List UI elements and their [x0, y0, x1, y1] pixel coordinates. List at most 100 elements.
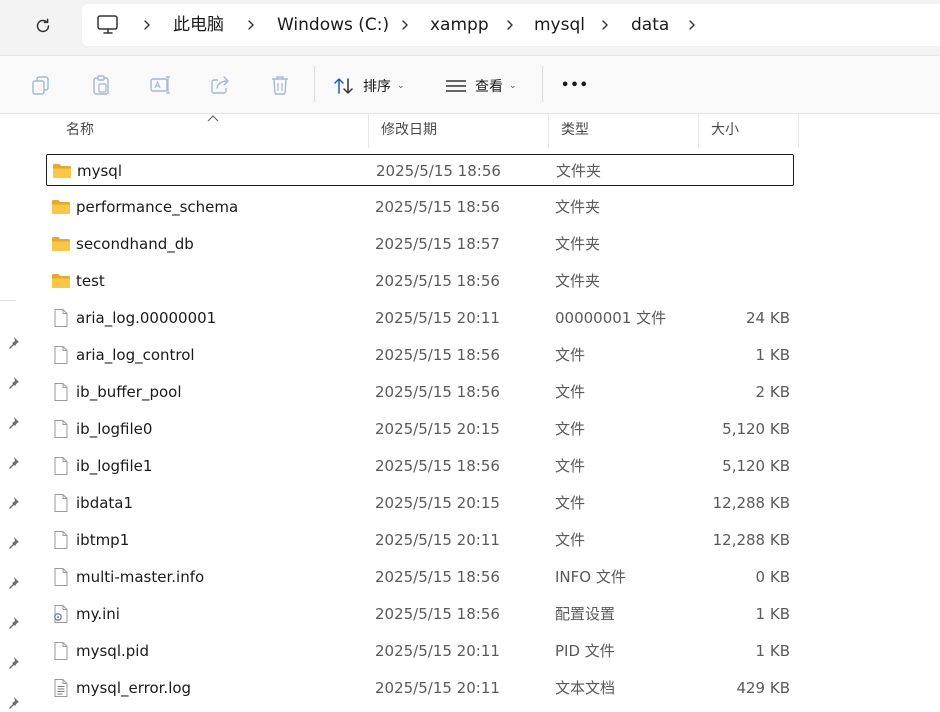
pin-icon[interactable]	[6, 536, 20, 550]
chevron-right-icon[interactable]	[685, 18, 699, 32]
rename-button[interactable]	[147, 72, 173, 98]
chevron-right-icon[interactable]	[598, 18, 612, 32]
chevron-down-icon: ⌄	[509, 81, 517, 91]
file-name: mysql_error.log	[76, 679, 192, 697]
command-bar: 排序 ⌄ 查看 ⌄ •••	[0, 56, 940, 114]
file-icon	[54, 568, 68, 586]
chevron-down-icon: ⌄	[397, 81, 405, 91]
file-row[interactable]: test 2025/5/15 18:56 文件夹	[46, 265, 794, 297]
file-modified-date: 2025/5/15 18:56	[376, 162, 501, 180]
file-size: 1 KB	[755, 346, 790, 364]
computer-icon[interactable]	[96, 14, 120, 36]
column-header-date[interactable]: 修改日期	[369, 114, 549, 148]
text-file-icon	[54, 679, 68, 697]
view-button[interactable]: 查看 ⌄	[445, 70, 517, 102]
file-row[interactable]: mysql 2025/5/15 18:56 文件夹	[46, 154, 794, 186]
file-type: 文本文档	[555, 679, 616, 697]
pin-icon[interactable]	[6, 696, 20, 710]
more-options-button[interactable]: •••	[560, 72, 590, 98]
settings-file-icon	[54, 605, 68, 623]
pin-icon[interactable]	[6, 456, 20, 470]
breadcrumb[interactable]: 此电脑 Windows (C:) xampp mysql data	[82, 4, 940, 46]
file-type: 文件夹	[555, 272, 601, 290]
file-row[interactable]: ibdata1 2025/5/15 20:15 文件 12,288 KB	[46, 487, 794, 519]
chevron-right-icon[interactable]	[140, 18, 154, 32]
file-size: 24 KB	[746, 309, 790, 327]
pin-icon[interactable]	[6, 496, 20, 510]
file-size: 0 KB	[755, 568, 790, 586]
breadcrumb-drive-c[interactable]: Windows (C:)	[277, 4, 389, 46]
file-row[interactable]: ib_logfile1 2025/5/15 18:56 文件 5,120 KB	[46, 450, 794, 482]
ellipsis-icon: •••	[561, 77, 589, 93]
file-row[interactable]: ib_buffer_pool 2025/5/15 18:56 文件 2 KB	[46, 376, 794, 408]
pin-icon[interactable]	[6, 656, 20, 670]
file-row[interactable]: aria_log.00000001 2025/5/15 20:11 00000001…	[46, 302, 794, 334]
file-name: ibdata1	[76, 494, 134, 512]
file-type: 文件	[555, 494, 586, 512]
file-type: 文件	[555, 531, 586, 549]
file-name: mysql.pid	[76, 642, 149, 660]
copy-button[interactable]	[28, 72, 54, 98]
file-icon	[54, 420, 68, 438]
share-button[interactable]	[207, 72, 233, 98]
pin-icon[interactable]	[6, 616, 20, 630]
file-modified-date: 2025/5/15 20:15	[375, 420, 500, 438]
file-name: aria_log.00000001	[76, 309, 217, 327]
folder-icon	[53, 164, 71, 178]
copy-icon	[32, 76, 49, 95]
file-type: INFO 文件	[555, 568, 626, 586]
breadcrumb-this-pc[interactable]: 此电脑	[173, 4, 224, 46]
file-name: multi-master.info	[76, 568, 205, 586]
breadcrumb-data[interactable]: data	[631, 4, 669, 46]
file-row[interactable]: my.ini 2025/5/15 18:56 配置设置 1 KB	[46, 598, 794, 630]
breadcrumb-mysql[interactable]: mysql	[534, 4, 585, 46]
file-row[interactable]: aria_log_control 2025/5/15 18:56 文件 1 KB	[46, 339, 794, 371]
file-name: ib_logfile1	[76, 457, 153, 475]
pin-icon[interactable]	[6, 336, 20, 350]
file-row[interactable]: multi-master.info 2025/5/15 18:56 INFO 文件 0…	[46, 561, 794, 593]
folder-icon	[52, 200, 70, 214]
pin-icon[interactable]	[6, 416, 20, 430]
sort-label: 排序	[363, 79, 391, 95]
sort-button[interactable]: 排序 ⌄	[333, 70, 405, 102]
file-size: 1 KB	[755, 642, 790, 660]
file-row[interactable]: ib_logfile0 2025/5/15 20:15 文件 5,120 KB	[46, 413, 794, 445]
chevron-right-icon[interactable]	[398, 18, 412, 32]
pin-icon[interactable]	[6, 376, 20, 390]
file-icon	[54, 531, 68, 549]
file-row[interactable]: ibtmp1 2025/5/15 20:11 文件 12,288 KB	[46, 524, 794, 556]
file-modified-date: 2025/5/15 20:11	[375, 679, 500, 697]
refresh-button[interactable]	[26, 10, 60, 42]
toolbar-divider	[314, 66, 315, 102]
file-type: 文件夹	[555, 235, 601, 253]
column-header-name[interactable]: 名称	[54, 114, 369, 148]
toolbar-divider	[542, 66, 543, 102]
address-bar: 此电脑 Windows (C:) xampp mysql data	[0, 0, 940, 56]
file-name: aria_log_control	[76, 346, 195, 364]
file-name: mysql	[77, 162, 122, 180]
column-header-type[interactable]: 类型	[549, 114, 699, 148]
file-type: 文件夹	[556, 162, 602, 180]
paste-button[interactable]	[88, 72, 114, 98]
file-icon	[54, 457, 68, 475]
file-name: ib_logfile0	[76, 420, 153, 438]
breadcrumb-xampp[interactable]: xampp	[430, 4, 489, 46]
file-size: 12,288 KB	[712, 531, 790, 549]
file-icon	[54, 383, 68, 401]
file-row[interactable]: mysql.pid 2025/5/15 20:11 PID 文件 1 KB	[46, 635, 794, 667]
pin-icon[interactable]	[6, 576, 20, 590]
file-name: secondhand_db	[76, 235, 194, 253]
file-name: ibtmp1	[76, 531, 130, 549]
file-modified-date: 2025/5/15 18:56	[375, 198, 500, 216]
chevron-right-icon[interactable]	[503, 18, 517, 32]
file-name: my.ini	[76, 605, 120, 623]
clipboard-icon	[93, 75, 109, 95]
file-row[interactable]: performance_schema 2025/5/15 18:56 文件夹	[46, 191, 794, 223]
file-size: 12,288 KB	[712, 494, 790, 512]
delete-button[interactable]	[267, 72, 293, 98]
file-row[interactable]: mysql_error.log 2025/5/15 20:11 文本文档 429 KB	[46, 672, 794, 704]
column-header-size[interactable]: 大小	[699, 114, 799, 148]
file-row[interactable]: secondhand_db 2025/5/15 18:57 文件夹	[46, 228, 794, 260]
refresh-icon	[36, 18, 50, 33]
chevron-right-icon[interactable]	[244, 18, 258, 32]
